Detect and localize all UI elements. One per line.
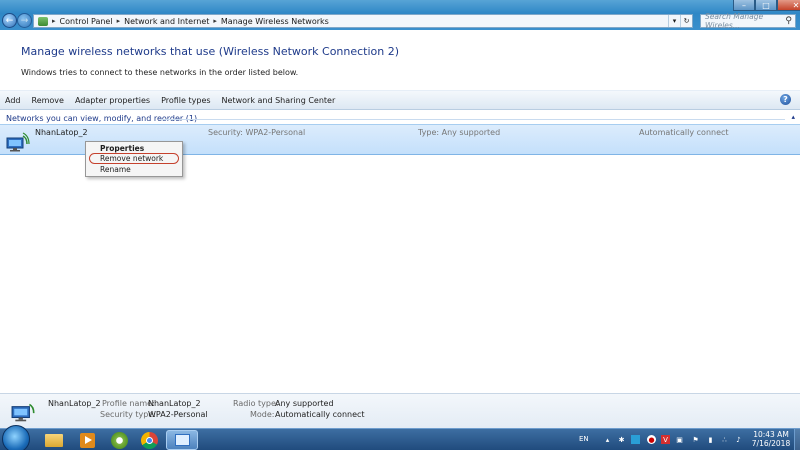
close-button[interactable]: ✕	[777, 0, 800, 11]
window-titlebar: – □ ✕ ← → ▸ Control Panel ▸ Network and …	[0, 0, 800, 30]
security-type-value: WPA2-Personal	[148, 410, 208, 419]
network-security: Security: WPA2-Personal	[208, 128, 306, 137]
maximize-button[interactable]: □	[755, 0, 777, 11]
command-bar: Add Remove Adapter properties Profile ty…	[0, 90, 800, 110]
network-tray-icon[interactable]	[631, 435, 640, 444]
volume-icon[interactable]: ♪	[734, 435, 743, 444]
file-explorer-icon[interactable]	[38, 430, 70, 450]
search-icon[interactable]: ⚲	[785, 16, 792, 26]
help-icon[interactable]: ?	[780, 94, 791, 105]
language-indicator[interactable]: EN	[579, 435, 589, 443]
refresh-icon[interactable]: ↻	[680, 15, 692, 27]
address-bar[interactable]: ▸ Control Panel ▸ Network and Internet ▸…	[33, 14, 693, 28]
flag-icon[interactable]: ⚑	[691, 435, 700, 444]
adapter-properties-button[interactable]: Adapter properties	[75, 96, 150, 105]
control-panel-taskbar-icon[interactable]	[166, 430, 198, 450]
menu-item-rename[interactable]: Rename	[100, 165, 131, 174]
search-placeholder: Search Manage Wireles...	[705, 12, 764, 30]
page-title: Manage wireless networks that use (Wirel…	[21, 45, 400, 58]
chevron-right-icon: ▸	[116, 17, 121, 25]
address-actions: ▾ ↻	[668, 15, 692, 27]
show-desktop-button[interactable]	[794, 429, 800, 450]
media-player-icon[interactable]	[72, 430, 104, 450]
breadcrumb-control-panel[interactable]: Control Panel	[60, 17, 113, 26]
address-dropdown-icon[interactable]: ▾	[668, 15, 680, 27]
remove-button[interactable]: Remove	[32, 96, 64, 105]
show-hidden-icons-icon[interactable]: ▴	[603, 435, 612, 444]
profile-name-label: Profile name:	[102, 399, 155, 408]
collapse-icon[interactable]: ▴	[791, 113, 795, 121]
forward-button[interactable]: →	[17, 13, 32, 28]
breadcrumb-manage-wireless[interactable]: Manage Wireless Networks	[221, 17, 329, 26]
mode-value: Automatically connect	[275, 410, 365, 419]
taskbar: EN ▴ ✱ ● V ▣ ⚑ ▮ ∴ ♪ 10:43 AM 7/16/2018	[0, 425, 800, 450]
minimize-button[interactable]: –	[733, 0, 755, 11]
breadcrumb-network-internet[interactable]: Network and Internet	[124, 17, 209, 26]
search-input[interactable]: Search Manage Wireles... ⚲	[700, 12, 796, 30]
network-type: Type: Any supported	[418, 128, 501, 137]
back-button[interactable]: ←	[2, 13, 17, 28]
menu-item-remove-network[interactable]: Remove network	[100, 154, 163, 163]
wifi-icon[interactable]: ∴	[720, 435, 729, 444]
page-description: Windows tries to connect to these networ…	[21, 68, 299, 77]
network-name: NhanLatop_2	[35, 128, 88, 137]
vietkey-icon[interactable]: V	[661, 435, 670, 444]
clock-time: 10:43 AM	[753, 430, 789, 439]
window-controls: – □ ✕	[733, 0, 800, 11]
wireless-network-icon	[11, 403, 35, 422]
clock-date: 7/16/2018	[751, 439, 791, 448]
chrome-icon[interactable]	[134, 430, 166, 450]
battery-icon[interactable]: ▮	[706, 435, 715, 444]
control-panel-icon	[38, 16, 48, 26]
network-sharing-center-button[interactable]: Network and Sharing Center	[222, 96, 336, 105]
details-pane: NhanLatop_2 Profile name: NhanLatop_2 Se…	[0, 393, 800, 428]
group-divider	[160, 119, 785, 120]
network-connect-mode: Automatically connect	[639, 128, 729, 137]
add-button[interactable]: Add	[5, 96, 21, 105]
bluetooth-icon[interactable]: ✱	[617, 435, 626, 444]
mode-label: Mode:	[250, 410, 275, 419]
system-clock[interactable]: 10:43 AM 7/16/2018	[748, 430, 794, 448]
details-network-name: NhanLatop_2	[48, 399, 101, 408]
context-menu: Properties Remove network Rename	[85, 141, 183, 177]
chevron-right-icon: ▸	[213, 17, 217, 25]
profile-types-button[interactable]: Profile types	[161, 96, 210, 105]
chevron-right-icon: ▸	[52, 17, 56, 25]
radio-type-label: Radio type:	[233, 399, 279, 408]
antivirus-icon[interactable]: ●	[647, 435, 656, 444]
profile-name-value: NhanLatop_2	[148, 399, 201, 408]
radio-type-value: Any supported	[275, 399, 334, 408]
menu-item-properties[interactable]: Properties	[100, 144, 144, 153]
start-button[interactable]	[2, 425, 30, 450]
wireless-network-icon	[6, 132, 30, 152]
monitor-tray-icon[interactable]: ▣	[675, 435, 684, 444]
coccoc-browser-icon[interactable]	[104, 430, 136, 450]
